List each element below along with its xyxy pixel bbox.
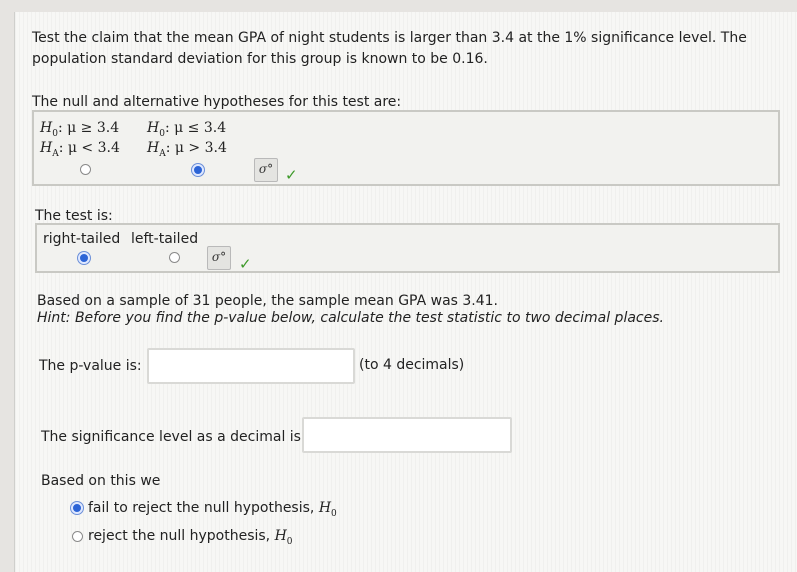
pvalue-suffix: (to 4 decimals)	[359, 357, 465, 373]
test-type-option-2-radio[interactable]	[169, 252, 180, 263]
hypothesis-option-2-null: H0: μ ≤ 3.4	[147, 120, 227, 139]
conclusion-option-2-label: reject the null hypothesis, H0	[88, 528, 293, 547]
hypothesis-option-1-null: H0: μ ≥ 3.4	[40, 120, 120, 139]
test-type-option-2-label: left-tailed	[131, 231, 199, 247]
question-line-1: Test the claim that the mean GPA of nigh…	[32, 30, 747, 46]
conclusion-option-1-label: fail to reject the null hypothesis, H0	[88, 500, 337, 519]
hypotheses-box: H0: μ ≥ 3.4 HA: μ < 3.4 H0: μ ≤ 3.4 HA: …	[32, 110, 780, 186]
hypothesis-option-1-alt: HA: μ < 3.4	[40, 140, 120, 159]
sigma-icon[interactable]: σ°	[254, 158, 278, 182]
test-type-box: right-tailed left-tailed σ° ✓	[35, 223, 780, 273]
significance-label: The significance level as a decimal is:	[41, 429, 306, 445]
hypothesis-option-1-radio[interactable]	[80, 164, 91, 175]
test-type-option-1-radio[interactable]	[78, 252, 90, 264]
hypothesis-option-2-radio[interactable]	[192, 164, 204, 176]
correct-check-icon: ✓	[239, 255, 252, 273]
hypotheses-prompt: The null and alternative hypotheses for …	[32, 94, 402, 110]
sigma-icon[interactable]: σ°	[207, 246, 231, 270]
conclusion-option-2-radio[interactable]	[72, 531, 83, 542]
significance-input[interactable]	[302, 417, 512, 453]
sample-info: Based on a sample of 31 people, the samp…	[37, 293, 499, 309]
conclusion-prompt: Based on this we	[41, 473, 161, 489]
pvalue-input[interactable]	[147, 348, 355, 384]
question-line-2: population standard deviation for this g…	[32, 51, 488, 67]
hint-text: Hint: Before you find the p-value below,…	[37, 310, 664, 326]
test-type-option-1-label: right-tailed	[43, 231, 121, 247]
conclusion-option-1-radio[interactable]	[71, 502, 83, 514]
pvalue-label: The p-value is:	[39, 358, 142, 374]
question-page: Test the claim that the mean GPA of nigh…	[14, 12, 797, 572]
test-type-prompt: The test is:	[35, 208, 113, 224]
correct-check-icon: ✓	[285, 166, 298, 184]
hypothesis-option-2-alt: HA: μ > 3.4	[147, 140, 227, 159]
